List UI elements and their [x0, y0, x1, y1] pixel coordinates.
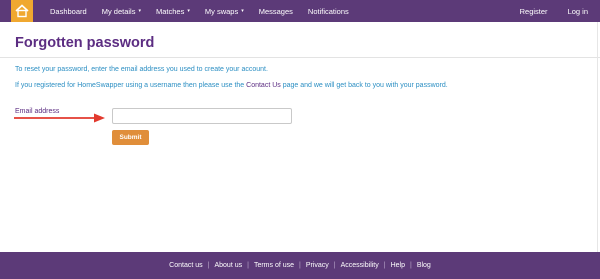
chevron-down-icon: ▾ [241, 8, 244, 14]
title-divider [0, 57, 600, 58]
content-border [597, 22, 598, 252]
nav-matches[interactable]: Matches ▾ [156, 7, 190, 16]
footer-privacy[interactable]: Privacy [306, 262, 329, 269]
nav-my-details-label: My details [101, 6, 136, 16]
home-logo[interactable] [11, 0, 33, 22]
email-field[interactable] [112, 108, 292, 124]
chevron-down-icon: ▾ [138, 8, 141, 14]
footer-separator: | [207, 262, 210, 269]
hint-text-start: If you registered for HomeSwapper using … [15, 82, 247, 89]
footer-separator: | [333, 262, 336, 269]
submit-button[interactable]: Submit [112, 130, 149, 145]
hint-text-end: page and we will get back to you with yo… [280, 82, 448, 89]
footer-separator: | [409, 262, 412, 269]
footer-about-us[interactable]: About us [214, 262, 242, 269]
footer-help[interactable]: Help [391, 262, 405, 269]
page-title: Forgotten password [15, 35, 155, 51]
register-link[interactable]: Register [520, 7, 548, 16]
main-nav: Dashboard My details ▾ Matches ▾ My swap… [50, 7, 364, 16]
nav-notifications[interactable]: Notifications [308, 7, 349, 16]
nav-my-swaps[interactable]: My swaps ▾ [205, 7, 244, 16]
login-link[interactable]: Log in [568, 7, 588, 16]
footer-separator: | [247, 262, 249, 269]
username-hint: If you registered for HomeSwapper using … [15, 82, 448, 89]
nav-messages[interactable]: Messages [259, 7, 293, 16]
nav-my-details[interactable]: My details ▾ [102, 7, 141, 16]
nav-dashboard[interactable]: Dashboard [50, 7, 87, 16]
chevron-down-icon: ▾ [187, 8, 190, 14]
footer-terms-of-use[interactable]: Terms of use [254, 262, 294, 269]
footer-blog[interactable]: Blog [417, 262, 431, 269]
nav-messages-label: Messages [258, 6, 293, 16]
top-navigation-bar: Dashboard My details ▾ Matches ▾ My swap… [0, 0, 600, 22]
footer-separator: | [299, 262, 301, 269]
intro-text: To reset your password, enter the email … [15, 66, 268, 73]
account-links: Register Log in [500, 0, 588, 22]
footer-accessibility[interactable]: Accessibility [341, 262, 379, 269]
footer-contact-us[interactable]: Contact us [169, 262, 202, 269]
contact-us-link[interactable]: Contact Us [246, 82, 281, 89]
nav-matches-label: Matches [155, 6, 185, 16]
nav-notifications-label: Notifications [307, 6, 349, 16]
house-icon [15, 4, 29, 18]
nav-my-swaps-label: My swaps [204, 6, 239, 16]
footer-separator: | [383, 262, 386, 269]
footer-bar: Contact us | About us | Terms of use | P… [0, 252, 600, 279]
nav-dashboard-label: Dashboard [50, 6, 87, 16]
red-arrow-icon [14, 113, 105, 123]
